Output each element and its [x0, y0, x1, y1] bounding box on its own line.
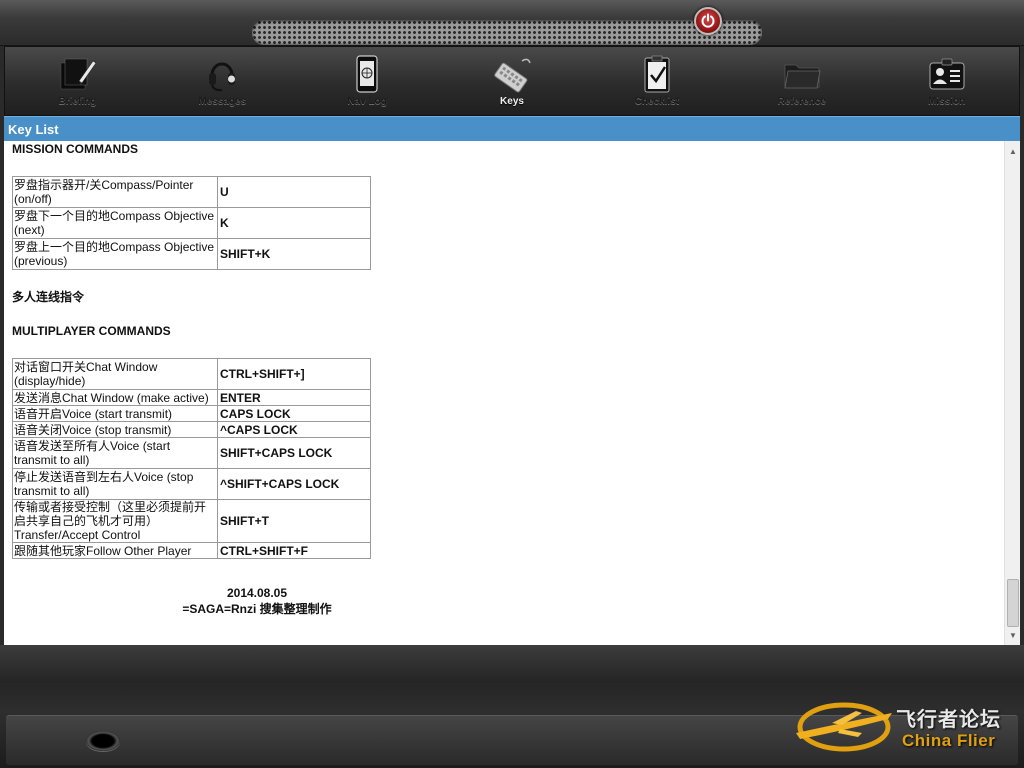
command-cell: 传输或者接受控制（这里必须提前开启共享自己的飞机才可用）Transfer/Acc…	[12, 499, 218, 543]
table-row: 跟随其他玩家Follow Other Player CTRL+SHIFT+F	[12, 542, 371, 559]
footer-date: 2014.08.05	[226, 586, 288, 600]
table-row: 发送消息Chat Window (make active) ENTER	[12, 389, 371, 406]
vertical-scrollbar[interactable]: ▲ ▼	[1004, 141, 1020, 645]
scroll-up-button[interactable]: ▲	[1005, 143, 1020, 159]
multiplayer-commands-table: 对话窗口开关Chat Window (display/hide) CTRL+SH…	[12, 358, 371, 559]
mission-commands-heading: MISSION COMMANDS	[12, 142, 138, 156]
table-row: 罗盘上一个目的地Compass Objective (previous) SHI…	[12, 238, 371, 270]
tab-label-nav-log: Nav Log	[347, 96, 387, 107]
command-cell: 语音关闭Voice (stop transmit)	[12, 421, 218, 438]
key-cell: K	[217, 207, 371, 239]
key-cell: CAPS LOCK	[217, 405, 371, 422]
key-cell: SHIFT+T	[217, 499, 371, 543]
bottom-bezel: 飞行者论坛 China Flier	[0, 645, 1024, 768]
table-row: 语音开启Voice (start transmit) CAPS LOCK	[12, 405, 371, 422]
power-icon	[701, 13, 715, 28]
key-cell: ENTER	[217, 389, 371, 406]
command-cell: 罗盘上一个目的地Compass Objective (previous)	[12, 238, 218, 270]
table-row: 罗盘指示器开/关Compass/Pointer (on/off) U	[12, 176, 371, 208]
briefing-icon	[61, 58, 97, 90]
section-header: Key List	[4, 116, 1020, 141]
tab-messages[interactable]: Messages	[150, 47, 295, 115]
headset-icon	[209, 62, 236, 92]
multiplayer-commands-heading: MULTIPLAYER COMMANDS	[12, 324, 171, 338]
tab-reference[interactable]: Reference	[729, 47, 874, 115]
tab-keys[interactable]: Keys	[440, 47, 585, 115]
multiplayer-heading-cn: 多人连线指令	[12, 290, 85, 304]
key-cell: CTRL+SHIFT+]	[217, 358, 371, 390]
table-row: 传输或者接受控制（这里必须提前开启共享自己的飞机才可用）Transfer/Acc…	[12, 499, 371, 543]
tab-label-messages: Messages	[198, 96, 247, 107]
tab-label-reference: Reference	[777, 96, 826, 107]
nav-log-icon	[356, 55, 378, 93]
tab-bar: Briefing Messages Nav Log Keys Checklist…	[4, 46, 1020, 116]
keyboard-icon	[494, 58, 531, 93]
key-cell: ^CAPS LOCK	[217, 421, 371, 438]
mission-icon	[929, 58, 965, 90]
key-cell: SHIFT+CAPS LOCK	[217, 437, 371, 469]
checklist-icon	[644, 55, 670, 93]
section-title: Key List	[8, 122, 59, 137]
china-flier-logo-icon	[796, 702, 892, 752]
home-button[interactable]	[86, 731, 120, 751]
tab-label-mission: Mission	[927, 96, 966, 107]
power-button[interactable]	[694, 7, 722, 35]
watermark-cn: 飞行者论坛	[896, 707, 1001, 731]
table-row: 对话窗口开关Chat Window (display/hide) CTRL+SH…	[12, 358, 371, 390]
table-row: 罗盘下一个目的地Compass Objective (next) K	[12, 207, 371, 239]
tab-nav-log[interactable]: Nav Log	[295, 47, 440, 115]
key-cell: SHIFT+K	[217, 238, 371, 270]
key-cell: ^SHIFT+CAPS LOCK	[217, 468, 371, 500]
command-cell: 罗盘下一个目的地Compass Objective (next)	[12, 207, 218, 239]
footer-credit: =SAGA=Rnzi 搜集整理制作	[182, 602, 332, 616]
command-cell: 罗盘指示器开/关Compass/Pointer (on/off)	[12, 176, 218, 208]
tab-label-checklist: Checklist	[634, 96, 680, 107]
tab-mission[interactable]: Mission	[874, 47, 1019, 115]
table-row: 语音发送至所有人Voice (start transmit to all) SH…	[12, 437, 371, 469]
tab-checklist[interactable]: Checklist	[584, 47, 729, 115]
command-cell: 语音发送至所有人Voice (start transmit to all)	[12, 437, 218, 469]
tab-briefing[interactable]: Briefing	[5, 47, 150, 115]
command-cell: 发送消息Chat Window (make active)	[12, 389, 218, 406]
key-cell: CTRL+SHIFT+F	[217, 542, 371, 559]
watermark-en: China Flier	[902, 731, 996, 750]
key-cell: U	[217, 176, 371, 208]
command-cell: 语音开启Voice (start transmit)	[12, 405, 218, 422]
table-row: 停止发送语音到左右人Voice (stop transmit to all) ^…	[12, 468, 371, 500]
tab-label-keys: Keys	[500, 96, 524, 107]
mission-commands-table: 罗盘指示器开/关Compass/Pointer (on/off) U 罗盘下一个…	[12, 176, 371, 270]
folder-icon	[784, 64, 821, 89]
watermark: 飞行者论坛 China Flier	[792, 689, 1022, 761]
command-cell: 停止发送语音到左右人Voice (stop transmit to all)	[12, 468, 218, 500]
scroll-thumb[interactable]	[1007, 579, 1019, 627]
top-bezel	[0, 0, 1024, 46]
table-row: 语音关闭Voice (stop transmit) ^CAPS LOCK	[12, 421, 371, 438]
command-cell: 跟随其他玩家Follow Other Player	[12, 542, 218, 559]
tab-label-briefing: Briefing	[58, 96, 97, 107]
command-cell: 对话窗口开关Chat Window (display/hide)	[12, 358, 218, 390]
content-area[interactable]: MISSION COMMANDS 罗盘指示器开/关Compass/Pointer…	[4, 141, 1020, 645]
scroll-down-button[interactable]: ▼	[1005, 627, 1020, 643]
speaker-grille	[252, 20, 762, 44]
